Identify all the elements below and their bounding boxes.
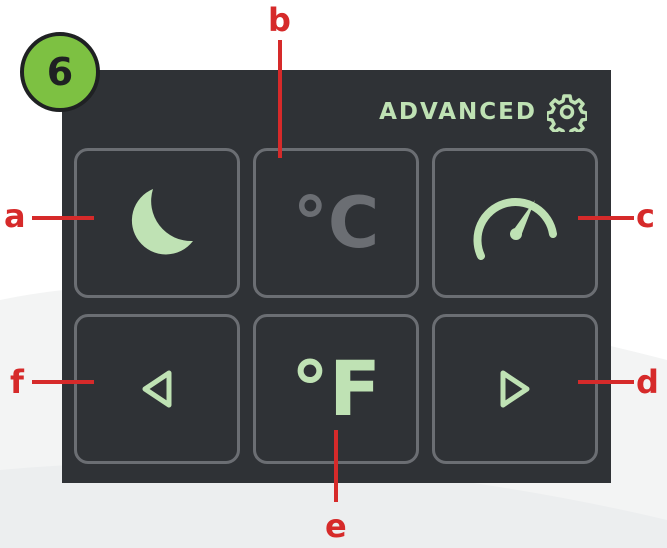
- callout-label-c: c: [636, 197, 655, 235]
- celsius-button[interactable]: °C: [253, 148, 419, 298]
- next-button[interactable]: [432, 314, 598, 464]
- previous-button[interactable]: [74, 314, 240, 464]
- sleep-mode-button[interactable]: [74, 148, 240, 298]
- callout-label-b: b: [268, 1, 291, 39]
- callout-label-d: d: [636, 363, 659, 401]
- step-number-badge: 6: [20, 32, 100, 112]
- callout-line-f: [32, 380, 94, 384]
- callout-line-d: [578, 380, 634, 384]
- callout-line-a: [32, 216, 94, 220]
- fahrenheit-label: °F: [291, 344, 381, 433]
- callout-line-b: [278, 40, 282, 158]
- callout-line-c: [578, 216, 634, 220]
- triangle-left-icon: [142, 370, 172, 408]
- callout-line-e: [334, 430, 338, 502]
- callout-label-a: a: [4, 197, 26, 235]
- triangle-right-icon: [500, 370, 530, 408]
- advanced-label: ADVANCED: [379, 99, 537, 125]
- callout-label-e: e: [325, 507, 347, 545]
- gear-icon: [547, 94, 587, 132]
- advanced-menu[interactable]: ADVANCED: [379, 92, 587, 132]
- moon-icon: [131, 189, 193, 255]
- callout-label-f: f: [10, 363, 24, 401]
- celsius-label: °C: [292, 182, 380, 264]
- speed-button[interactable]: [432, 148, 598, 298]
- speedometer-icon: [473, 198, 557, 260]
